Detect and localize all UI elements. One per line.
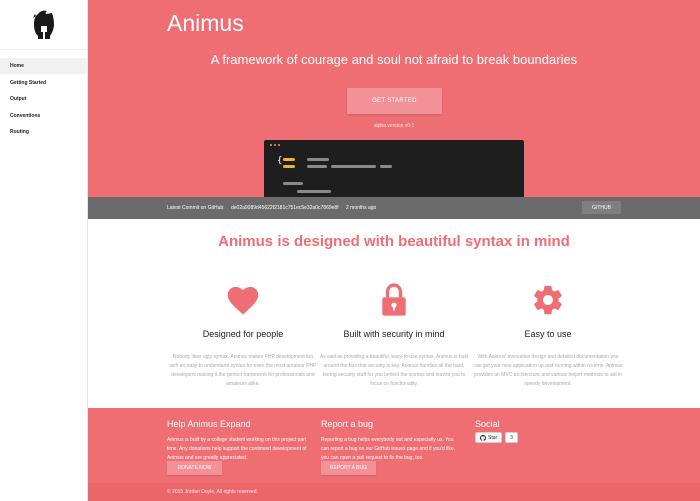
logo[interactable] — [0, 0, 87, 50]
get-started-button[interactable]: GET STARTED — [347, 88, 442, 114]
footer-bug-section: Report a bug Reporting a bug helps every… — [321, 419, 461, 463]
footer-social-section: Social — [475, 419, 500, 429]
footer-help-text: Animus is built by a college student wor… — [167, 437, 307, 461]
github-star-count[interactable]: 3 — [505, 432, 518, 443]
feature-description: Nobody likes ugly syntax. Animus makes P… — [169, 354, 317, 387]
github-button[interactable]: GITHUB — [582, 201, 621, 214]
lock-icon — [319, 282, 469, 318]
footer-social-title: Social — [475, 419, 500, 429]
code-line — [380, 165, 392, 168]
commit-label: Latest Commit on GitHub: — [167, 205, 225, 211]
sidebar-item-conventions[interactable]: Conventions — [0, 108, 87, 124]
code-line — [283, 165, 295, 168]
donate-button[interactable]: DONATE NOW — [167, 461, 222, 475]
commit-bar: Latest Commit on GitHub: de02a9089d45622… — [88, 197, 700, 219]
copyright-text: © 2015 Jordan Doyle, All rights reserved… — [167, 489, 258, 495]
feature-description: As well as providing a beautiful, easy-t… — [319, 354, 469, 387]
code-line — [283, 158, 295, 161]
sidebar-item-label: Getting Started — [10, 79, 47, 86]
hero-title: Animus — [167, 10, 244, 36]
footer-help-title: Help Animus Expand — [167, 419, 251, 429]
main-content: Animus A framework of courage and soul n… — [88, 0, 700, 501]
commit-hash-link[interactable]: de02a9089d45622f2181c751ec5e32a0c7869e8f — [231, 205, 339, 211]
feature-description: With Animus' innovative design and detai… — [473, 354, 623, 387]
spartan-helmet-icon — [32, 10, 54, 39]
sidebar: Home Getting Started Output Conventions … — [0, 0, 88, 501]
gear-icon — [473, 282, 623, 318]
features-heading: Animus is designed with beautiful syntax… — [218, 233, 570, 250]
version-text: alpha version v0.1 — [373, 123, 415, 129]
feature-designed-for-people: Designed for people Nobody likes ugly sy… — [168, 282, 318, 389]
feature-easy-to-use: Easy to use With Animus' innovative desi… — [473, 282, 623, 389]
github-icon — [480, 434, 486, 441]
hero-tagline: A framework of courage and soul not afra… — [210, 52, 578, 67]
sidebar-item-output[interactable]: Output — [0, 91, 87, 107]
heart-icon — [168, 282, 318, 318]
code-brace: { — [277, 156, 283, 166]
hero-section: Animus A framework of courage and soul n… — [88, 0, 700, 197]
code-line — [307, 158, 329, 161]
copyright-bar: © 2015 Jordan Doyle, All rights reserved… — [88, 483, 700, 501]
sidebar-item-label: Home — [10, 63, 24, 69]
code-line — [297, 190, 331, 193]
sidebar-item-label: Routing — [10, 129, 29, 135]
sidebar-item-label: Output — [10, 96, 27, 102]
feature-title: Easy to use — [524, 329, 572, 339]
github-star-button[interactable]: Star — [475, 432, 503, 443]
commit-time: 2 months ago — [346, 205, 377, 211]
sidebar-item-routing[interactable]: Routing — [0, 124, 87, 140]
footer-bug-text: Reporting a bug helps everybody out and … — [321, 437, 456, 461]
footer: Help Animus Expand Animus is built by a … — [88, 408, 700, 483]
code-preview: { — [264, 140, 524, 197]
code-line — [331, 165, 376, 168]
code-line — [307, 165, 327, 168]
report-bug-button[interactable]: REPORT A BUG — [321, 461, 376, 475]
feature-title: Designed for people — [202, 329, 284, 339]
github-star-widget: Star 3 — [475, 432, 518, 443]
sidebar-item-home[interactable]: Home — [0, 58, 87, 74]
sidebar-item-label: Conventions — [10, 112, 41, 119]
feature-security: Built with security in mind As well as p… — [319, 282, 469, 389]
sidebar-item-getting-started[interactable]: Getting Started — [0, 75, 87, 91]
feature-title: Built with security in mind — [343, 329, 445, 339]
github-star-label: Star — [488, 434, 498, 441]
window-dots — [270, 144, 280, 146]
footer-help-section: Help Animus Expand Animus is built by a … — [167, 419, 307, 463]
code-line — [283, 182, 303, 185]
footer-bug-title: Report a bug — [321, 419, 374, 429]
